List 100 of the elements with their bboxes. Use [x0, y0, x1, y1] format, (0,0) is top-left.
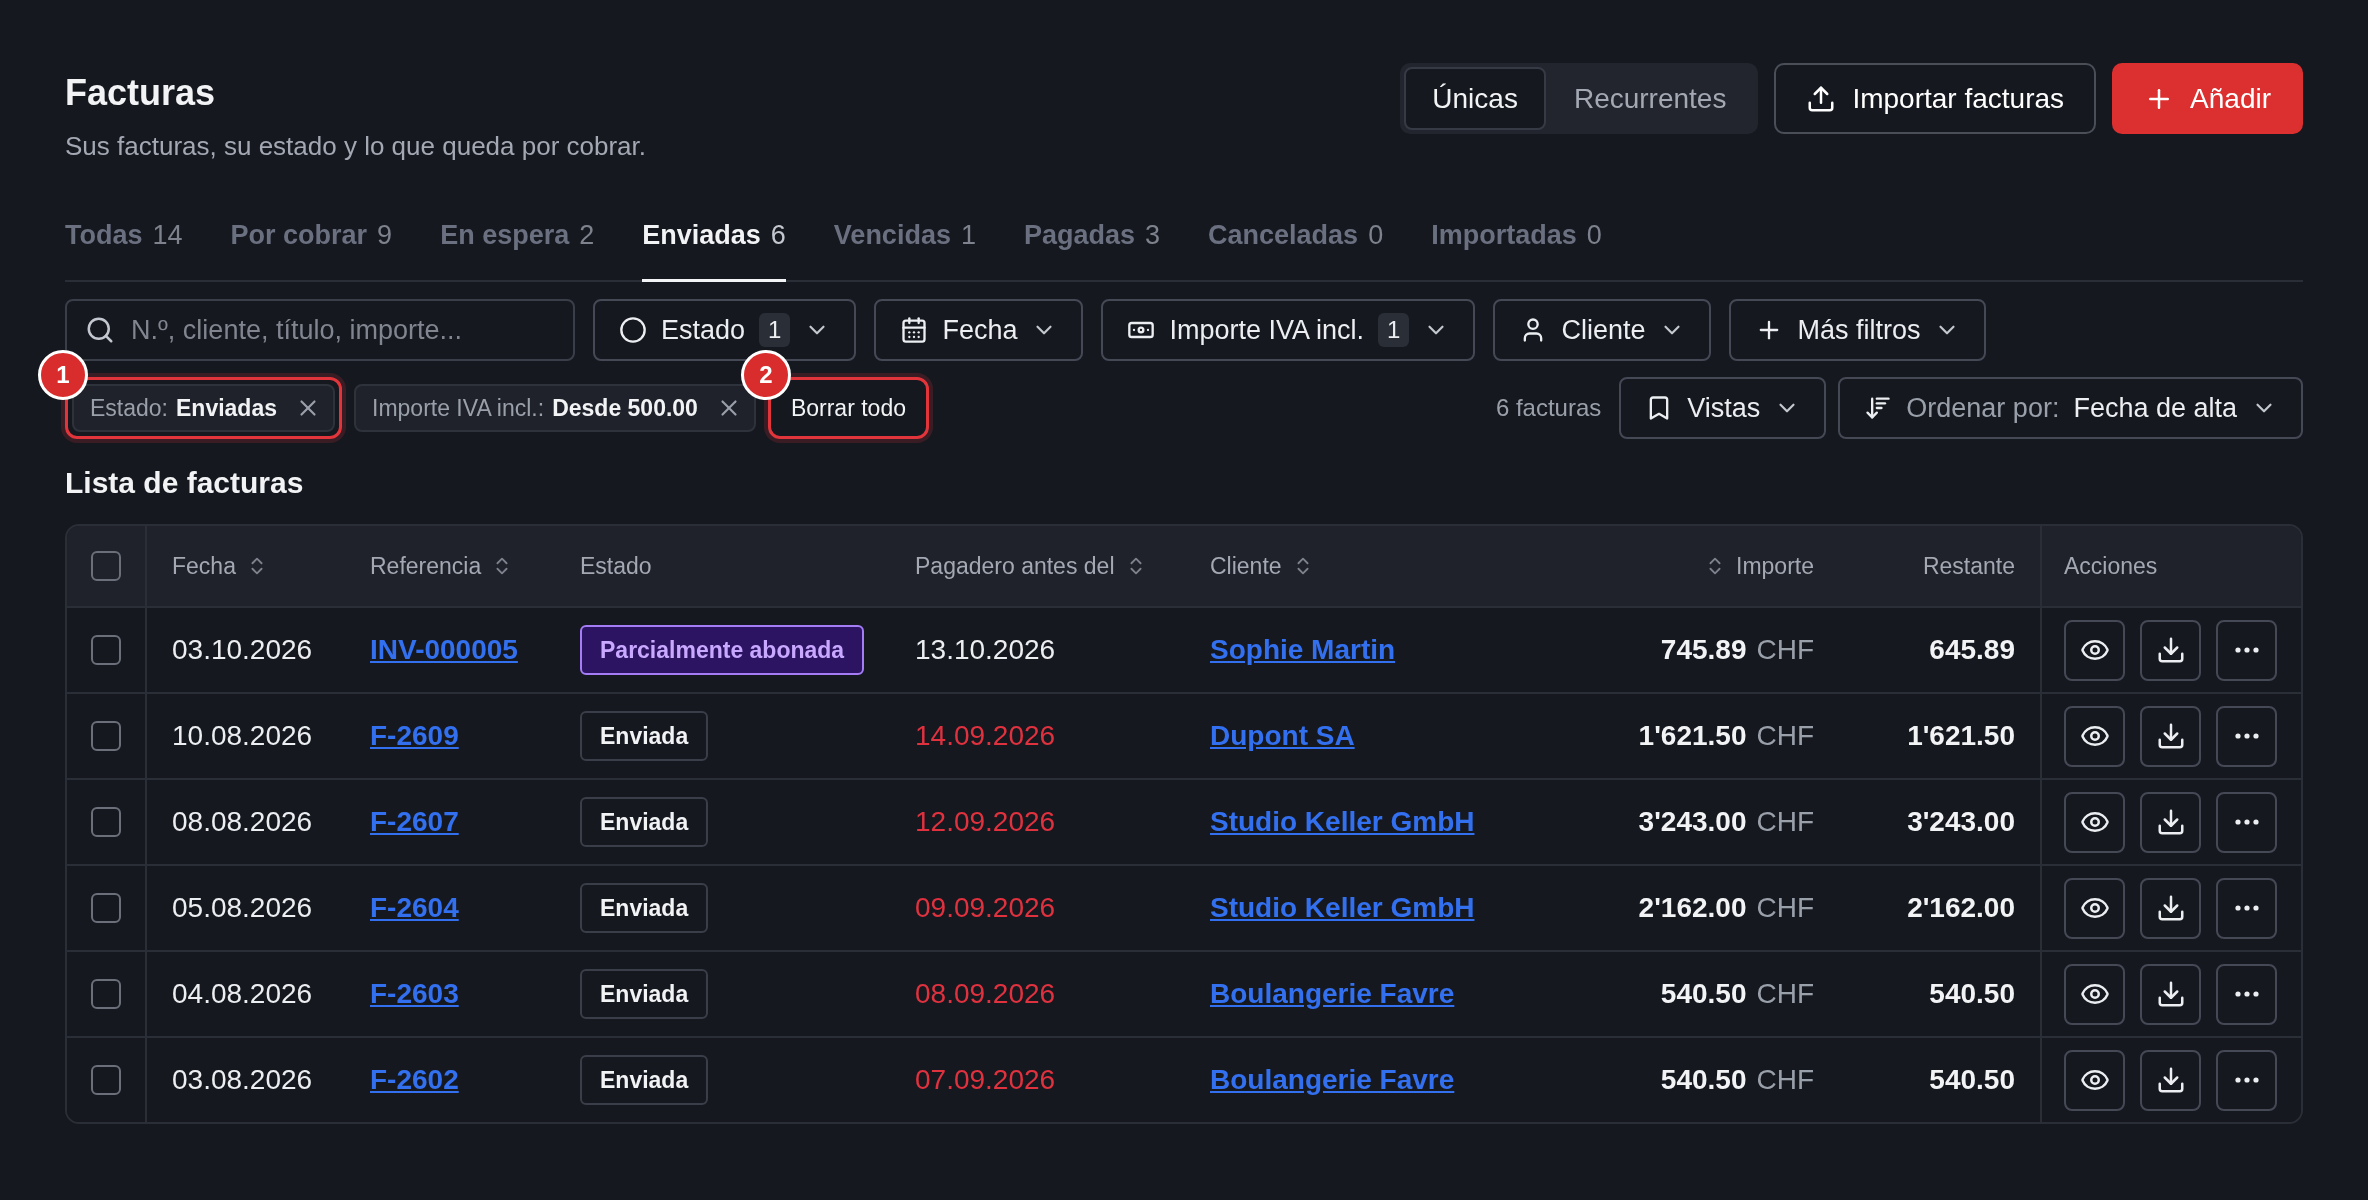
column-header[interactable]: Cliente: [1210, 552, 1314, 580]
count-badge: 1: [759, 313, 791, 347]
filter-tab[interactable]: Pagadas 3: [1023, 209, 1161, 282]
due-date: 13.10.2026: [915, 634, 1056, 666]
invoice-date: 04.08.2026: [172, 978, 313, 1010]
annotation-marker: 1: [38, 350, 88, 400]
more-icon: [2234, 819, 2259, 825]
invoice-date: 10.08.2026: [172, 720, 313, 752]
filter-button[interactable]: Fecha: [874, 299, 1084, 361]
invoice-link[interactable]: F-2602: [370, 1064, 459, 1096]
row-checkbox[interactable]: [91, 807, 121, 837]
currency-label: CHF: [1756, 892, 1814, 924]
filter-tab[interactable]: Vencidas 1: [833, 209, 976, 282]
view-button[interactable]: [2064, 877, 2125, 939]
due-date: 14.09.2026: [915, 720, 1056, 752]
invoice-date: 03.08.2026: [172, 1064, 313, 1096]
client-link[interactable]: Sophie Martin: [1210, 634, 1396, 666]
download-button[interactable]: [2140, 791, 2201, 853]
select-all-checkbox[interactable]: [91, 551, 121, 581]
invoice-date: 05.08.2026: [172, 892, 313, 924]
currency-label: CHF: [1756, 720, 1814, 752]
currency-label: CHF: [1756, 1064, 1814, 1096]
status-tag: Parcialmente abonada: [580, 625, 865, 675]
page-title: Facturas: [65, 71, 217, 115]
currency-label: CHF: [1756, 806, 1814, 838]
client-link[interactable]: Boulangerie Favre: [1210, 1064, 1455, 1096]
remaining-amount: 645.89: [1929, 634, 2015, 666]
invoice-link[interactable]: F-2603: [370, 978, 459, 1010]
add-button[interactable]: Añadir: [2112, 63, 2303, 134]
toggle-option[interactable]: Recurrentes: [1545, 67, 1755, 130]
amount-value: 745.89: [1660, 634, 1747, 666]
download-button[interactable]: [2140, 963, 2201, 1025]
remaining-amount: 1'621.50: [1907, 720, 2015, 752]
filter-tab[interactable]: Canceladas 0: [1208, 209, 1384, 282]
remaining-amount: 540.50: [1929, 978, 2015, 1010]
status-tag: Enviada: [580, 883, 709, 933]
views-button[interactable]: Vistas: [1619, 377, 1827, 439]
filter-tab[interactable]: Todas 14: [65, 209, 183, 282]
filter-tab[interactable]: Por cobrar 9: [230, 209, 393, 282]
import-button[interactable]: Importar facturas: [1774, 63, 2097, 134]
more-icon: [2234, 905, 2259, 911]
amount-value: 1'621.50: [1638, 720, 1747, 752]
view-button[interactable]: [2064, 963, 2125, 1025]
due-date: 09.09.2026: [915, 892, 1056, 924]
column-header: Restante: [1922, 552, 2015, 580]
column-header[interactable]: Referencia: [370, 552, 514, 580]
section-title: Lista de facturas: [65, 465, 305, 501]
sort-button[interactable]: Ordenar por: Fecha de alta: [1838, 377, 2303, 439]
more-icon: [2234, 1077, 2259, 1083]
download-button[interactable]: [2140, 877, 2201, 939]
view-button[interactable]: [2064, 705, 2125, 767]
search-field[interactable]: N.º, cliente, título, importe...: [65, 299, 575, 361]
search-icon: [85, 315, 115, 345]
calendar-icon: [900, 316, 929, 344]
currency-label: CHF: [1756, 634, 1814, 666]
invoice-link[interactable]: F-2607: [370, 806, 459, 838]
more-icon: [2234, 991, 2259, 997]
result-count: 6 facturas: [1495, 394, 1602, 422]
amount-value: 3'243.00: [1638, 806, 1747, 838]
status-tag: Enviada: [580, 969, 709, 1019]
remaining-amount: 2'162.00: [1907, 892, 2015, 924]
due-date: 08.09.2026: [915, 978, 1056, 1010]
invoice-link[interactable]: F-2604: [370, 892, 459, 924]
view-button[interactable]: [2064, 1049, 2125, 1111]
remaining-amount: 3'243.00: [1907, 806, 2015, 838]
filter-button[interactable]: Más filtros: [1729, 299, 1987, 361]
row-checkbox[interactable]: [91, 721, 121, 751]
column-header[interactable]: Fecha: [172, 552, 268, 580]
download-button[interactable]: [2140, 1049, 2201, 1111]
client-link[interactable]: Studio Keller GmbH: [1210, 892, 1475, 924]
filter-tab[interactable]: Importadas 0: [1431, 209, 1602, 282]
invoice-date: 03.10.2026: [172, 634, 313, 666]
view-button[interactable]: [2064, 791, 2125, 853]
filter-chip[interactable]: Importe IVA incl.: Desde 500.00: [354, 384, 756, 432]
row-checkbox[interactable]: [91, 1065, 121, 1095]
invoice-link[interactable]: F-2609: [370, 720, 459, 752]
row-checkbox[interactable]: [91, 893, 121, 923]
client-link[interactable]: Studio Keller GmbH: [1210, 806, 1475, 838]
invoice-link[interactable]: INV-000005: [370, 634, 518, 666]
row-checkbox[interactable]: [91, 979, 121, 1009]
filter-tab[interactable]: En espera 2: [440, 209, 595, 282]
column-header[interactable]: Importe: [1704, 552, 1814, 580]
toggle-option[interactable]: Únicas: [1404, 67, 1546, 130]
more-icon: [2234, 647, 2259, 653]
download-button[interactable]: [2140, 705, 2201, 767]
column-header[interactable]: Pagadero antes del: [915, 552, 1147, 580]
view-button[interactable]: [2064, 619, 2125, 681]
row-checkbox[interactable]: [91, 635, 121, 665]
due-date: 07.09.2026: [915, 1064, 1056, 1096]
filter-button[interactable]: Importe IVA incl. 1: [1101, 299, 1476, 361]
filter-chip[interactable]: Estado: Enviadas: [72, 384, 335, 432]
client-link[interactable]: Boulangerie Favre: [1210, 978, 1455, 1010]
page-subtitle: Sus facturas, su estado y lo que queda por cobrar.: [65, 130, 647, 163]
download-button[interactable]: [2140, 619, 2201, 681]
status-tag: Enviada: [580, 1055, 709, 1105]
filter-button[interactable]: Cliente: [1493, 299, 1712, 361]
circle-icon: [619, 316, 647, 344]
status-tag: Enviada: [580, 797, 709, 847]
client-link[interactable]: Dupont SA: [1210, 720, 1355, 752]
filter-tab[interactable]: Enviadas 6: [642, 209, 786, 282]
